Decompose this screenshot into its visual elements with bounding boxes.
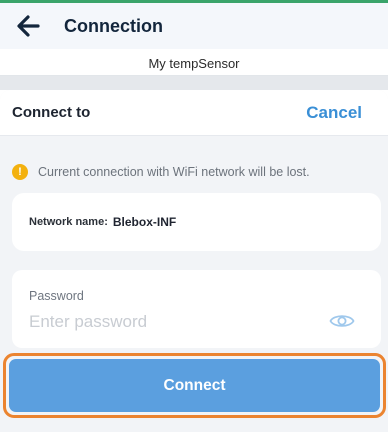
warning-icon: !: [12, 164, 28, 180]
password-field-card: Password: [12, 270, 381, 348]
network-name-label: Network name:: [29, 216, 108, 228]
connect-button-highlight: Connect: [3, 353, 386, 418]
eye-icon: [329, 315, 355, 327]
network-name-card: Network name: Blebox-INF: [12, 193, 381, 251]
page-title: Connection: [64, 15, 163, 36]
back-button[interactable]: [8, 6, 48, 46]
connect-button[interactable]: Connect: [9, 359, 380, 412]
device-name-bar: My tempSensor: [0, 52, 388, 76]
overlay-gap: [0, 76, 388, 90]
warning-message: ! Current connection with WiFi network w…: [12, 164, 310, 180]
show-password-button[interactable]: [328, 310, 356, 332]
app-header: Connection: [0, 3, 388, 49]
password-input[interactable]: [29, 310, 309, 334]
device-name: My tempSensor: [148, 56, 240, 71]
dialog-header: Connect to Cancel: [0, 90, 388, 136]
warning-text: Current connection with WiFi network wil…: [38, 165, 310, 179]
password-label: Password: [29, 289, 84, 303]
connect-dialog: Connect to Cancel ! Current connection w…: [0, 90, 388, 432]
dialog-title: Connect to: [12, 104, 91, 121]
network-name-value: Blebox-INF: [112, 215, 177, 229]
arrow-left-icon: [17, 15, 40, 37]
cancel-button[interactable]: Cancel: [306, 103, 362, 123]
